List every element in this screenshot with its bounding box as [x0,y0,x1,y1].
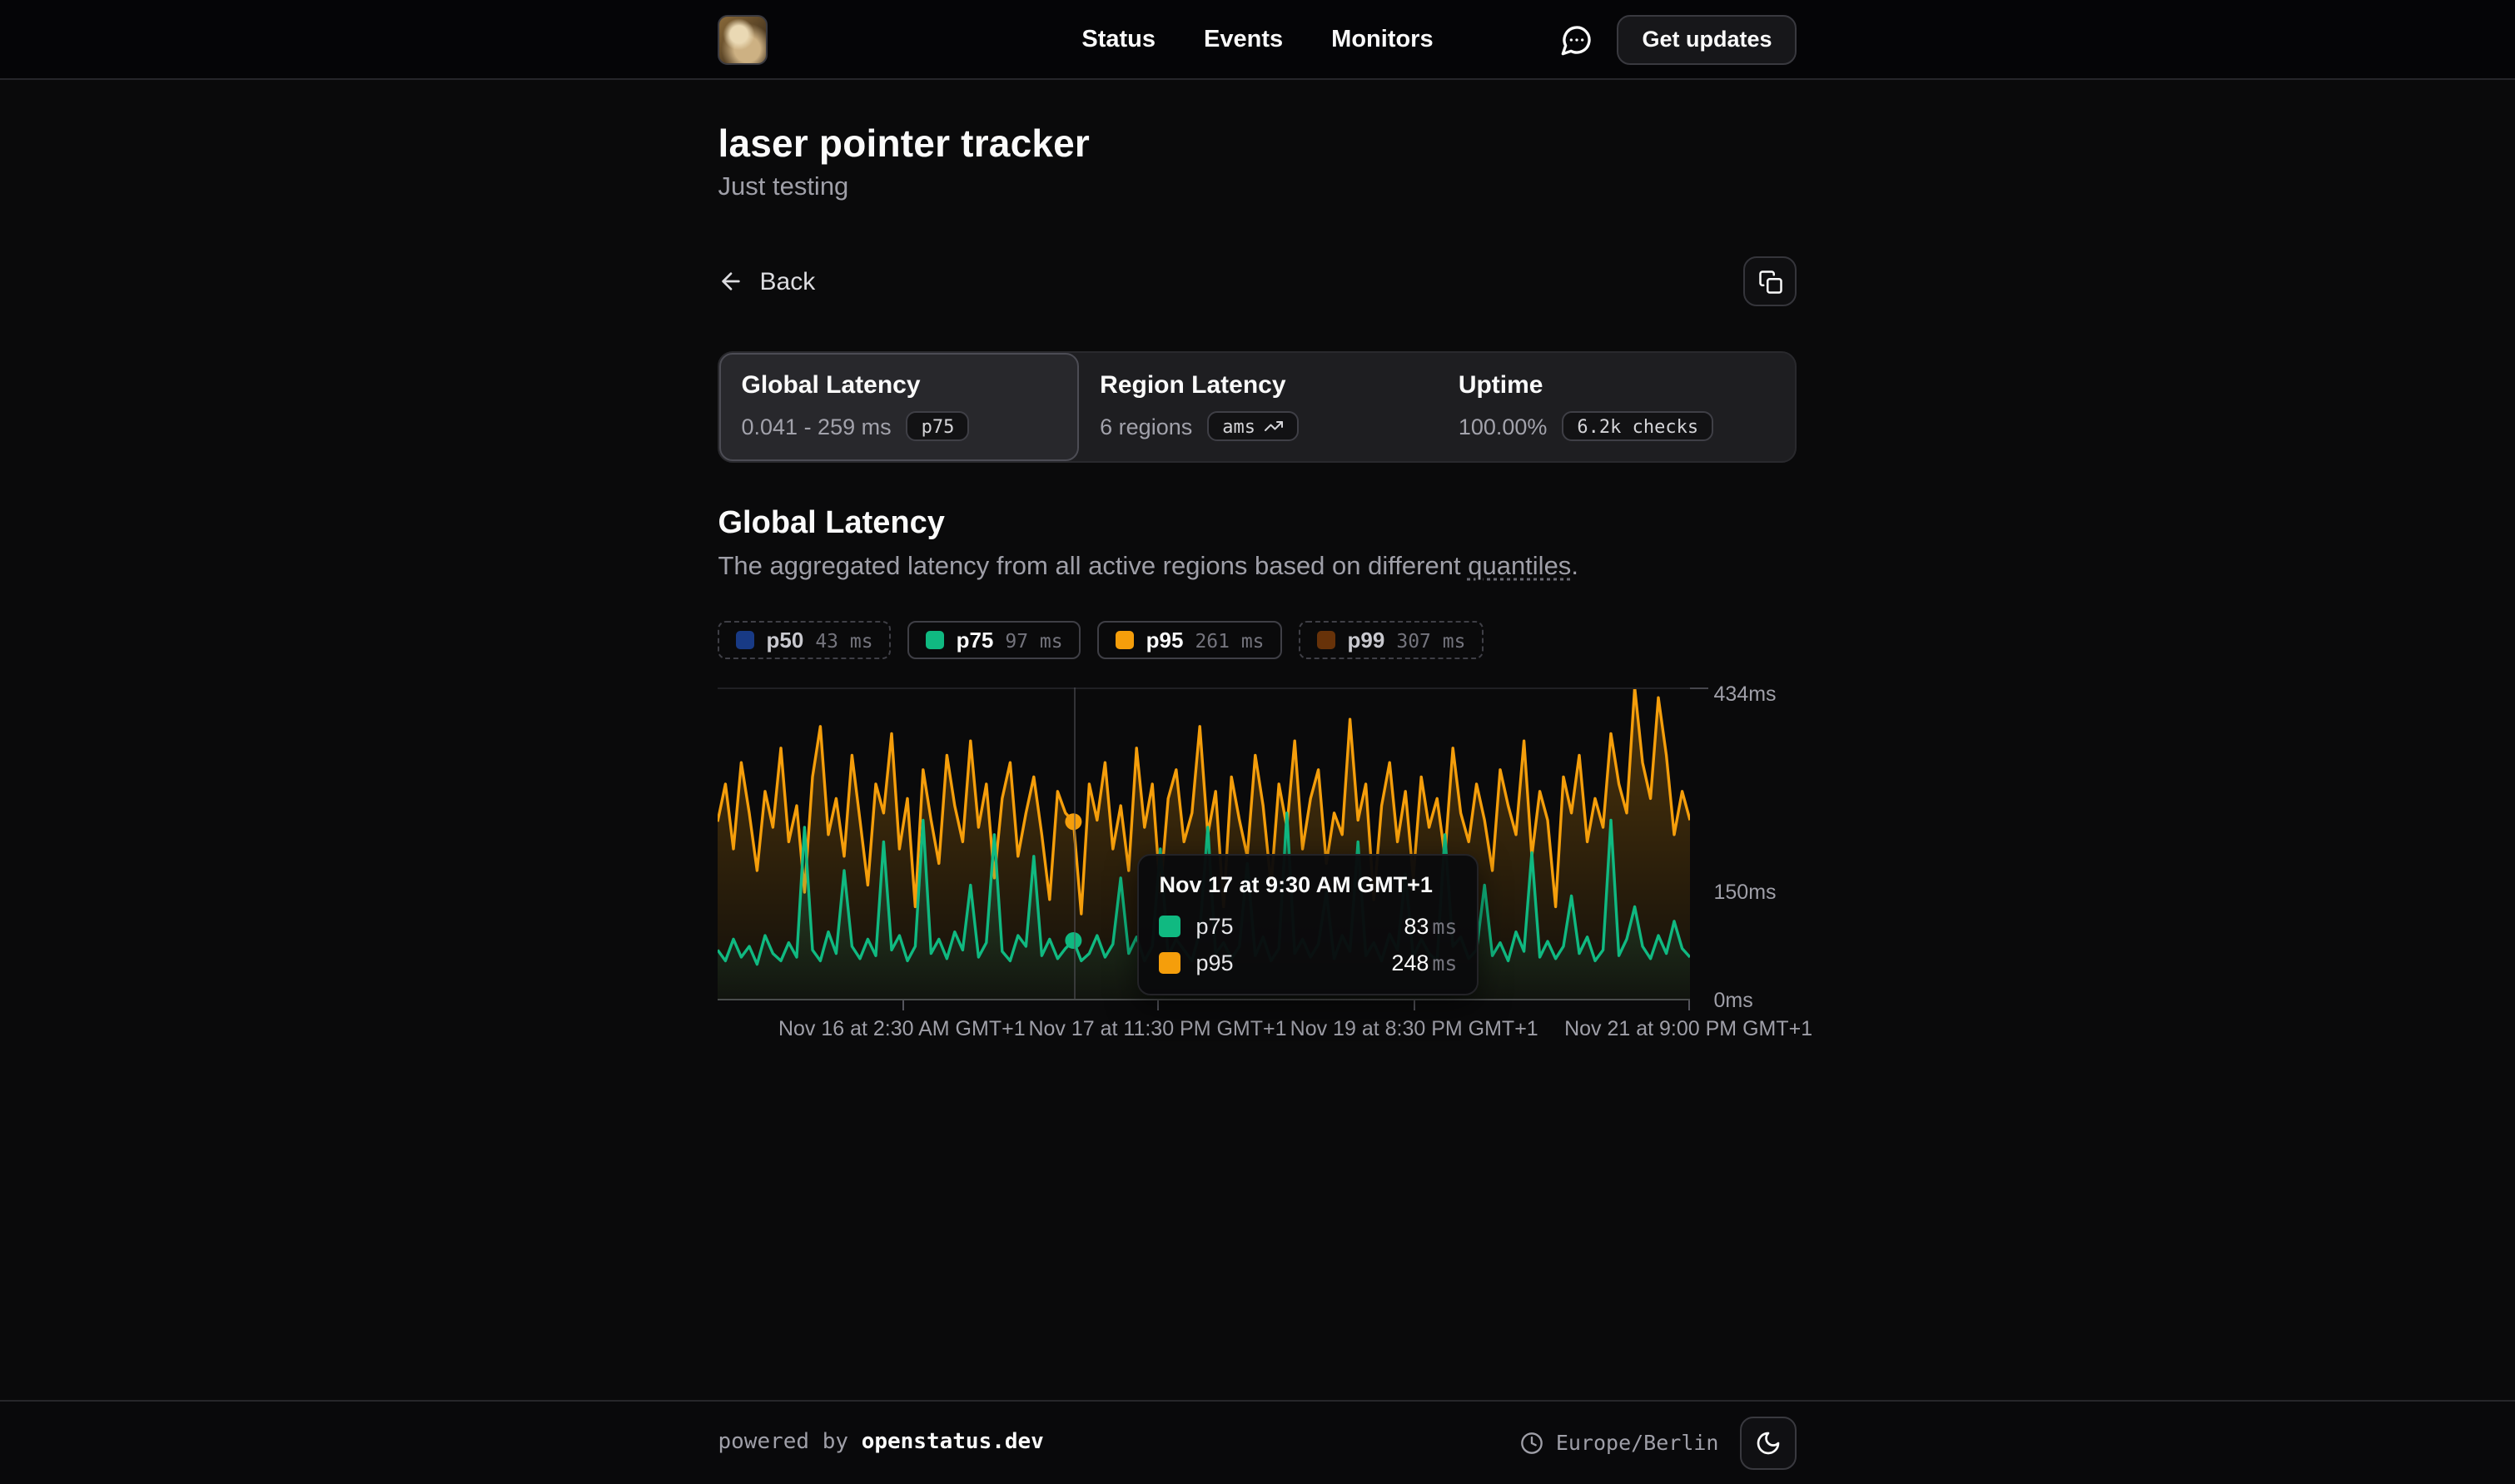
gridline-top [718,687,1691,689]
arrow-left-icon [718,268,745,295]
workspace-avatar[interactable] [718,14,768,64]
x-tick [1688,1000,1690,1010]
footer: powered by openstatus.dev Europe/Berlin [0,1399,2515,1484]
quantiles-link[interactable]: quantiles [1468,553,1571,581]
moon-icon [1756,1429,1782,1456]
quantile-badge: p75 [907,411,970,441]
chart-legend: p50 43 ms p75 97 ms p95 261 ms p99 307 m… [718,621,1797,659]
tab-value: 0.041 - 259 ms [742,414,892,439]
x-axis-label: Nov 21 at 9:00 PM GMT+1 [1564,1017,1812,1040]
metric-tabs: Global Latency 0.041 - 259 ms p75 Region… [718,351,1797,463]
p95-swatch [1116,631,1135,649]
p99-swatch [1318,631,1336,649]
nav-link-monitors[interactable]: Monitors [1331,26,1433,52]
x-tick [902,1000,903,1010]
tab-region-latency[interactable]: Region Latency 6 regions ams [1078,353,1437,461]
p75-swatch [927,631,945,649]
nav-link-status[interactable]: Status [1081,26,1156,52]
page-title: laser pointer tracker [718,122,1797,166]
x-axis-label: Nov 19 at 8:30 PM GMT+1 [1290,1017,1538,1040]
nav-link-events[interactable]: Events [1204,26,1283,52]
get-updates-button[interactable]: Get updates [1617,14,1797,64]
timezone: Europe/Berlin [1521,1430,1719,1455]
clock-icon [1521,1431,1544,1454]
back-button[interactable]: Back [718,267,816,295]
x-tick [1158,1000,1160,1010]
tooltip-timestamp: Nov 17 at 9:30 AM GMT+1 [1160,872,1458,897]
chat-bubble-icon [1560,22,1593,56]
tab-uptime[interactable]: Uptime 100.00% 6.2k checks [1437,353,1796,461]
tooltip-row-p95: p95 248 ms [1160,950,1458,975]
trending-up-icon [1264,416,1284,436]
legend-chip-p75[interactable]: p75 97 ms [908,621,1081,659]
x-tick [1414,1000,1416,1010]
y-axis-label: 434ms [1714,682,1777,706]
legend-chip-p50[interactable]: p50 43 ms [718,621,892,659]
y-axis-label: 150ms [1714,881,1777,904]
copy-link-button[interactable] [1744,256,1797,306]
copy-icon [1758,269,1783,294]
openstatus-link: openstatus.dev [862,1430,1044,1455]
section-title: Global Latency [718,506,1797,543]
y-axis-label: 0ms [1714,989,1753,1012]
page-subtitle: Just testing [718,173,1797,203]
p75-swatch [1160,916,1181,937]
powered-by[interactable]: powered by openstatus.dev [718,1430,1044,1455]
tab-title: Uptime [1459,371,1774,400]
p95-swatch [1160,952,1181,974]
tab-global-latency[interactable]: Global Latency 0.041 - 259 ms p75 [720,353,1079,461]
x-axis-label: Nov 16 at 2:30 AM GMT+1 [778,1017,1026,1040]
tab-title: Global Latency [742,371,1057,400]
tab-value: 100.00% [1459,414,1548,439]
p50-swatch [737,631,755,649]
tooltip-row-p75: p75 83 ms [1160,914,1458,939]
nav-links: Status Events Monitors [1081,26,1433,52]
chart-tooltip: Nov 17 at 9:30 AM GMT+1 p75 83 ms p95 24… [1138,854,1479,995]
y-tick [1691,687,1709,689]
feedback-button[interactable] [1560,22,1593,56]
section-description: The aggregated latency from all active r… [718,553,1797,583]
main-content: laser pointer tracker Just testing Back … [718,80,1797,1045]
tab-value: 6 regions [1100,414,1192,439]
top-nav: Status Events Monitors Get updates [0,0,2515,80]
status-page: Status Events Monitors Get updates laser… [0,0,2515,1484]
back-label: Back [760,267,816,295]
latency-chart[interactable]: Nov 16 at 2:30 AM GMT+1 Nov 17 at 11:30 … [718,687,1797,1045]
x-axis-label: Nov 17 at 11:30 PM GMT+1 [1028,1017,1286,1040]
legend-chip-p95[interactable]: p95 261 ms [1098,621,1283,659]
region-badge: ams [1207,411,1299,441]
hover-crosshair [1074,687,1076,999]
checks-badge: 6.2k checks [1562,411,1713,441]
theme-toggle-button[interactable] [1741,1416,1797,1469]
legend-chip-p99[interactable]: p99 307 ms [1300,621,1484,659]
tab-title: Region Latency [1100,371,1415,400]
